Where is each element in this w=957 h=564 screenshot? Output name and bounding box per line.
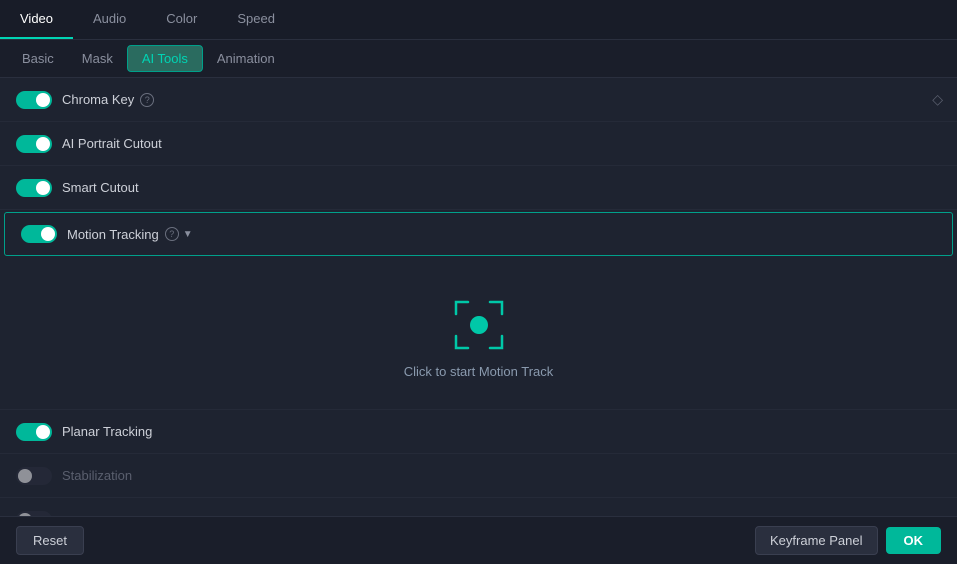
motion-tracking-row: Motion Tracking ? ▼ [4, 212, 953, 256]
track-outer-svg [452, 298, 506, 352]
chroma-key-row: Chroma Key ? ◇ [0, 78, 957, 122]
tab-speed[interactable]: Speed [217, 0, 295, 39]
chevron-down-icon[interactable]: ▼ [183, 229, 193, 240]
sub-tab-ai-tools[interactable]: AI Tools [127, 45, 203, 72]
stabilization-toggle[interactable] [16, 467, 52, 485]
extra-row [0, 498, 957, 516]
planar-tracking-toggle[interactable] [16, 423, 52, 441]
motion-tracking-help-icon[interactable]: ? [165, 227, 179, 241]
smart-cutout-toggle[interactable] [16, 179, 52, 197]
toggle-thumb [41, 227, 55, 241]
tab-audio[interactable]: Audio [73, 0, 146, 39]
smart-cutout-row: Smart Cutout [0, 166, 957, 210]
sub-tab-animation[interactable]: Animation [203, 46, 289, 71]
bottom-right-actions: Keyframe Panel OK [755, 526, 941, 555]
diamond-icon[interactable]: ◇ [932, 91, 943, 108]
toggle-thumb [36, 137, 50, 151]
sub-tabs-bar: Basic Mask AI Tools Animation [0, 40, 957, 78]
tab-video[interactable]: Video [0, 0, 73, 39]
toggle-thumb [18, 469, 32, 483]
tab-color[interactable]: Color [146, 0, 217, 39]
ai-portrait-row: AI Portrait Cutout [0, 122, 957, 166]
chroma-key-label: Chroma Key [62, 92, 134, 107]
toggle-thumb [36, 181, 50, 195]
ok-button[interactable]: OK [886, 527, 942, 554]
motion-track-area[interactable]: Click to start Motion Track [0, 258, 957, 410]
top-tabs-bar: Video Audio Color Speed [0, 0, 957, 40]
stabilization-label: Stabilization [62, 468, 132, 483]
sub-tab-mask[interactable]: Mask [68, 46, 127, 71]
ai-portrait-toggle[interactable] [16, 135, 52, 153]
keyframe-panel-button[interactable]: Keyframe Panel [755, 526, 878, 555]
main-content: Chroma Key ? ◇ AI Portrait Cutout Smart … [0, 78, 957, 516]
motion-track-button[interactable] [452, 298, 506, 352]
ai-portrait-label: AI Portrait Cutout [62, 136, 162, 151]
chroma-key-toggle[interactable] [16, 91, 52, 109]
toggle-thumb [36, 425, 50, 439]
motion-tracking-label: Motion Tracking [67, 227, 159, 242]
bottom-bar: Reset Keyframe Panel OK [0, 516, 957, 564]
motion-track-label: Click to start Motion Track [404, 364, 554, 379]
planar-tracking-row: Planar Tracking [0, 410, 957, 454]
planar-tracking-label: Planar Tracking [62, 424, 152, 439]
motion-tracking-toggle[interactable] [21, 225, 57, 243]
stabilization-row: Stabilization [0, 454, 957, 498]
reset-button[interactable]: Reset [16, 526, 84, 555]
toggle-thumb [36, 93, 50, 107]
smart-cutout-label: Smart Cutout [62, 180, 139, 195]
sub-tab-basic[interactable]: Basic [8, 46, 68, 71]
chroma-key-help-icon[interactable]: ? [140, 93, 154, 107]
